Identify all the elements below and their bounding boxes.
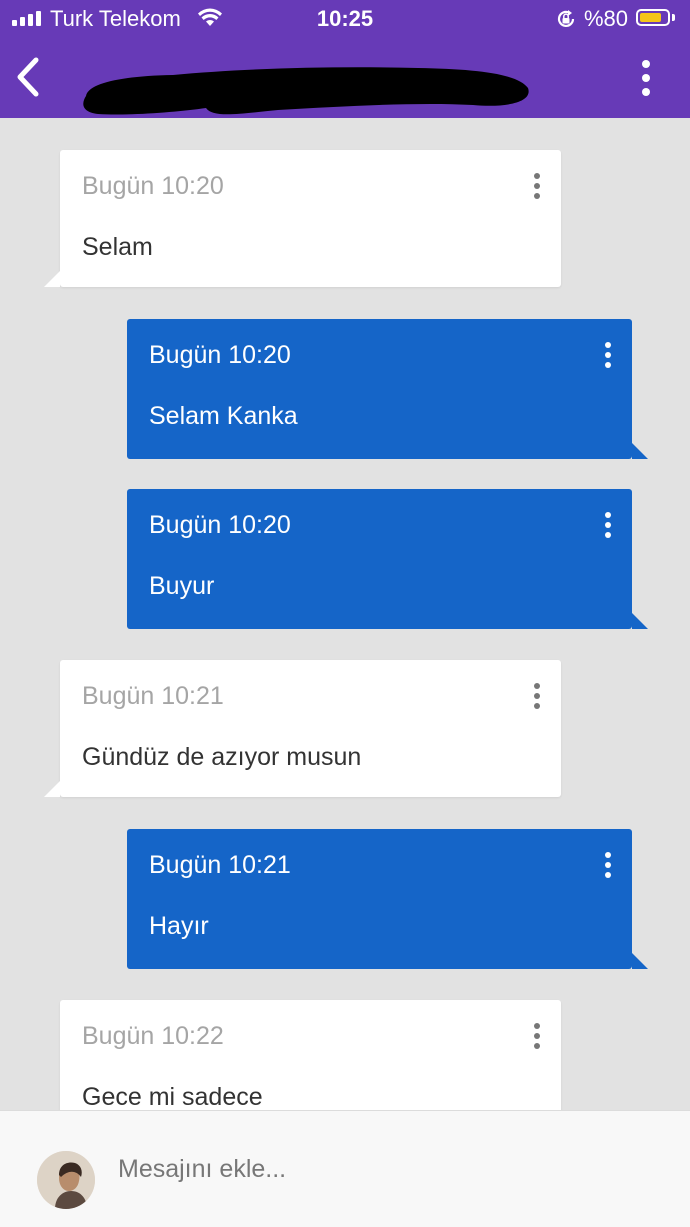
- message-text: Gece mi sadece: [82, 1083, 263, 1110]
- bubble-tail: [632, 443, 648, 459]
- back-button[interactable]: [10, 52, 50, 102]
- battery-icon: [636, 9, 670, 26]
- message-composer: [0, 1110, 690, 1227]
- bubble-tail: [632, 613, 648, 629]
- message-bubble-outgoing: Bugün 10:20 Selam Kanka: [127, 319, 648, 459]
- battery-cap: [672, 14, 675, 21]
- bubble-tail: [44, 271, 60, 287]
- avatar: [37, 1151, 95, 1209]
- message-timestamp: Bugün 10:20: [82, 172, 224, 200]
- message-bubble-incoming: Bugün 10:22 Gece mi sadece: [60, 1000, 561, 1110]
- message-timestamp: Bugün 10:22: [82, 1022, 224, 1050]
- message-timestamp: Bugün 10:20: [149, 511, 291, 539]
- message-options-icon[interactable]: [529, 1022, 545, 1050]
- message-text: Hayır: [149, 912, 209, 940]
- message-input[interactable]: [118, 1141, 658, 1197]
- orientation-lock-icon: [557, 10, 575, 28]
- battery-percent: %80: [584, 6, 629, 31]
- message-timestamp: Bugün 10:21: [149, 851, 291, 879]
- message-timestamp: Bugün 10:21: [82, 682, 224, 710]
- message-bubble-incoming: Bugün 10:20 Selam: [44, 150, 561, 287]
- message-bubble-incoming: Bugün 10:21 Gündüz de azıyor musun: [44, 660, 561, 797]
- back-arrow-icon: [17, 57, 39, 97]
- message-text: Buyur: [149, 572, 215, 600]
- message-timestamp: Bugün 10:20: [149, 341, 291, 369]
- options-menu-button[interactable]: [628, 56, 664, 102]
- bubble-tail: [632, 953, 648, 969]
- message-options-icon[interactable]: [600, 341, 616, 369]
- message-text: Selam: [82, 233, 153, 261]
- conversation-title-redacted: [83, 67, 529, 115]
- more-vertical-icon: [642, 60, 650, 96]
- user-photo: [37, 1151, 95, 1209]
- message-bubble-outgoing: Bugün 10:20 Buyur: [127, 489, 648, 629]
- message-bubble-outgoing: Bugün 10:21 Hayır: [127, 829, 648, 969]
- message-options-icon[interactable]: [529, 172, 545, 200]
- message-options-icon[interactable]: [529, 682, 545, 710]
- message-text: Gündüz de azıyor musun: [82, 743, 362, 771]
- message-list[interactable]: Bugün 10:20 Selam Bugün 10:20 Selam Kank…: [0, 118, 690, 1110]
- status-bar: Turk Telekom 10:25 %80: [0, 0, 690, 38]
- battery-level: [640, 13, 661, 22]
- message-options-icon[interactable]: [600, 851, 616, 879]
- message-options-icon[interactable]: [600, 511, 616, 539]
- app-bar: [0, 38, 690, 118]
- bubble-tail: [44, 781, 60, 797]
- message-text: Selam Kanka: [149, 402, 298, 430]
